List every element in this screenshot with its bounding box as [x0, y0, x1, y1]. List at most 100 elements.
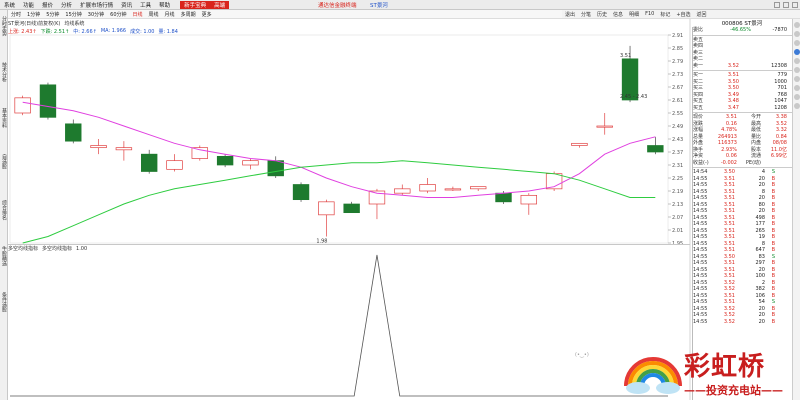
lower-indicator-name[interactable]: 多空均线指标 [8, 245, 38, 252]
candle[interactable] [242, 158, 259, 170]
trading-terminal: 系统 功能 报价 分析 扩展市场行情 资讯 工具 帮助 新手宝典 高端 通达信金… [0, 0, 800, 400]
candle[interactable] [469, 186, 487, 191]
price-annotation: 2.45 - 2.43 [620, 94, 647, 100]
ask-label: 卖一 [693, 62, 704, 69]
candle[interactable] [39, 82, 57, 120]
tick-time: 14:55 [693, 318, 708, 325]
candle[interactable] [191, 145, 209, 161]
candle[interactable] [520, 193, 538, 215]
candle[interactable] [596, 113, 613, 135]
tool-button[interactable]: 明细 [626, 11, 642, 18]
tool-icon[interactable] [794, 58, 800, 64]
price-tick-label: 2.91 [672, 33, 683, 39]
ma-long-line [22, 160, 656, 244]
tool-icon[interactable] [794, 76, 800, 82]
candle[interactable] [90, 139, 107, 155]
tool-button[interactable]: 历史 [594, 11, 610, 18]
candle-body [216, 155, 234, 166]
tick-side: B [771, 318, 775, 325]
ask-volume: 12308 [771, 62, 787, 69]
stat-value: -0.002 [720, 159, 737, 166]
price-tick-label: 2.55 [672, 111, 683, 117]
weibi-diff: -7870 [772, 27, 787, 33]
tool-icon[interactable] [794, 103, 800, 109]
tool-icon[interactable] [794, 85, 800, 91]
chart-frame [9, 34, 669, 244]
price-tick-label: 2.31 [672, 163, 683, 169]
stock-header: 000806 ST景河 [721, 21, 763, 27]
lower-indicator-row: 多空均线指标 多空均线指标 1.00 [8, 244, 690, 252]
rainbow-icon [624, 357, 682, 394]
candle-body [65, 123, 82, 142]
price-tick-label: 2.49 [672, 124, 683, 130]
divider [693, 112, 792, 113]
candle[interactable] [140, 149, 158, 174]
bid-label: 买五 [693, 104, 704, 111]
ask-row: 卖一 3.52 12308 [693, 63, 792, 70]
tool-button[interactable]: F10 [642, 11, 657, 17]
tool-icon[interactable] [794, 49, 800, 55]
bid-volume: 1208 [774, 104, 787, 111]
candle[interactable] [571, 142, 588, 148]
stat-label: 收益(-) [693, 159, 709, 166]
candle[interactable] [115, 141, 133, 161]
candle-body [596, 125, 613, 128]
candle[interactable] [267, 156, 284, 178]
price-tick-label: 2.67 [672, 85, 683, 91]
candle[interactable] [318, 199, 335, 237]
candle[interactable] [444, 186, 462, 191]
tool-icon[interactable] [794, 40, 800, 46]
price-tick-label: 2.61 [672, 98, 683, 104]
candle-body [166, 160, 183, 170]
candle[interactable] [65, 119, 82, 144]
divider [693, 70, 792, 71]
candle-body [444, 188, 462, 191]
ask-price: 3.52 [727, 62, 739, 69]
brand-name: 彩虹桥 [684, 352, 766, 382]
price-tick-label: 2.85 [672, 46, 683, 52]
candle[interactable] [166, 154, 183, 172]
tool-button[interactable]: 返回 [694, 11, 710, 18]
price-tick-label: 2.37 [672, 150, 683, 156]
rainbow-bridge-logo: 彩虹桥 ——投资充电站—— [618, 338, 794, 400]
candle[interactable] [216, 154, 234, 168]
price-tick-label: 2.25 [672, 176, 683, 182]
candle[interactable] [343, 201, 360, 214]
candle[interactable] [14, 95, 31, 116]
candle-body [571, 142, 588, 146]
tool-icon[interactable] [794, 67, 800, 73]
bid-price: 3.47 [727, 104, 739, 111]
tool-button[interactable]: +自选 [673, 11, 693, 18]
tool-icon[interactable] [794, 94, 800, 100]
candle-body [140, 153, 158, 172]
candle-body [14, 97, 31, 114]
bid-row: 买五 3.47 1208 [693, 105, 792, 112]
brand-tagline: ——投资充电站—— [684, 384, 783, 397]
tool-icon[interactable] [794, 31, 800, 37]
weibi-row: 委比 -46.65% -7870 [693, 27, 792, 34]
tool-button[interactable]: 标记 [657, 11, 673, 18]
tool-button[interactable]: 信息 [610, 11, 626, 18]
price-tick-label: 2.43 [672, 137, 683, 143]
candle[interactable] [419, 178, 436, 194]
tick-price: 3.52 [723, 318, 735, 325]
candle[interactable] [647, 136, 664, 155]
wechat-icon: (•‿•) [575, 352, 589, 358]
candle-body [469, 186, 487, 190]
price-annotation: 3.51 [620, 53, 631, 59]
candle[interactable] [292, 182, 310, 202]
candle-body [343, 203, 360, 214]
candle-body [419, 184, 436, 192]
tool-button[interactable]: 退出 [562, 11, 578, 18]
price-tick-label: 2.19 [672, 189, 683, 195]
tool-button[interactable]: 分笔 [578, 11, 594, 18]
price-tick-label: 2.73 [672, 72, 683, 78]
candle-body [242, 160, 259, 166]
candle[interactable] [394, 184, 411, 196]
candle-body [318, 201, 335, 216]
lower-indicator-value: 1.00 [76, 245, 88, 252]
tool-icon[interactable] [794, 22, 800, 28]
lower-indicator-name2[interactable]: 多空均线指标 [42, 245, 72, 252]
lower-indicator-line [10, 254, 668, 397]
candle-body [495, 192, 512, 203]
